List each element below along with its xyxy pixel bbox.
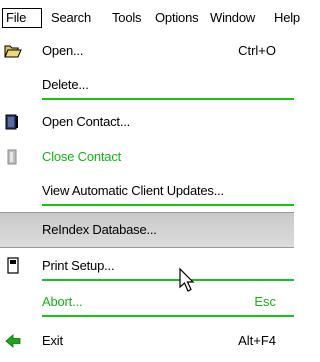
open-contact-label: Open Contact... [42,114,131,129]
menu-options[interactable]: Options [155,9,199,27]
open-folder-icon [4,45,22,58]
exit-shortcut: Alt+F4 [238,333,276,348]
menu-item-delete[interactable]: Delete... [0,68,294,102]
reindex-label: ReIndex Database... [42,222,157,237]
file-menu-dropdown: Open... Ctrl+O Delete... Open Contact...… [0,34,294,362]
menu-window[interactable]: Window [210,9,255,27]
menu-item-reindex-database[interactable]: ReIndex Database... [0,212,294,248]
mouse-pointer-icon [179,267,195,292]
print-setup-label: Print Setup... [42,258,115,273]
menu-item-print-setup[interactable]: Print Setup... [0,249,294,283]
menu-separator [42,98,294,100]
close-contact-icon [7,149,17,165]
menu-item-exit[interactable]: Exit Alt+F4 [0,324,294,358]
open-label: Open... [42,43,84,58]
menu-separator [42,279,294,281]
menu-search[interactable]: Search [51,9,91,27]
print-setup-icon [7,257,19,274]
menu-item-open-contact[interactable]: Open Contact... [0,105,294,139]
delete-label: Delete... [42,77,89,92]
menu-item-abort[interactable]: Abort... Esc [0,285,294,319]
exit-arrow-icon [5,334,21,348]
menu-item-open[interactable]: Open... Ctrl+O [0,34,294,68]
menu-help[interactable]: Help [274,9,300,27]
menu-item-close-contact[interactable]: Close Contact [0,140,294,174]
menu-bar: File Search Tools Options Window Help [0,0,300,34]
open-contact-icon [5,114,18,130]
open-shortcut: Ctrl+O [238,43,276,58]
exit-label: Exit [42,333,63,348]
abort-shortcut: Esc [254,294,276,309]
menu-file[interactable]: File [2,8,42,28]
abort-label: Abort... [42,294,83,309]
menu-item-view-updates[interactable]: View Automatic Client Updates... [0,174,294,208]
menu-separator [42,315,294,317]
menu-tools[interactable]: Tools [112,9,142,27]
close-contact-label: Close Contact [42,149,122,164]
menu-separator [42,204,294,206]
view-updates-label: View Automatic Client Updates... [42,183,224,198]
